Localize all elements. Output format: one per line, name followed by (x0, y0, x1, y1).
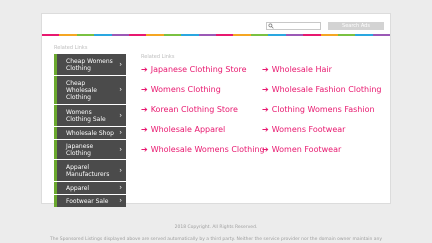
arrow-right-icon: ➔ (262, 65, 269, 74)
related-link[interactable]: ➔ Japanese Clothing Store (141, 65, 247, 74)
stripe-segment (250, 34, 269, 36)
chevron-right-icon: › (119, 183, 122, 192)
footer-disclaimer: The Sponsored Listings displayed above a… (49, 237, 383, 242)
stripe-segment (146, 34, 164, 36)
stripe-segment (372, 34, 391, 36)
related-link[interactable]: ➔ Wholesale Hair (262, 65, 332, 74)
stripe-segment (111, 34, 130, 36)
search-bar: Search Ads (266, 22, 384, 31)
sidebar-item-label: Cheap Wholesale Clothing (66, 79, 97, 101)
chevron-right-icon: › (119, 128, 122, 137)
stripe-segment (129, 34, 147, 36)
arrow-right-icon: ➔ (141, 65, 148, 74)
related-link[interactable]: ➔ Wholesale Apparel (141, 125, 225, 134)
arrow-right-icon: ➔ (262, 105, 269, 114)
related-link[interactable]: ➔ Womens Footwear (262, 125, 345, 134)
related-link[interactable]: ➔ Wholesale Womens Clothing (141, 145, 265, 154)
sidebar-item-label: Cheap Womens Clothing (66, 57, 113, 72)
stripe-segment (163, 34, 182, 36)
stripe-segment (42, 34, 60, 36)
sidebar-item-label: Footwear Sale (66, 197, 109, 205)
related-link[interactable]: ➔ Korean Clothing Store (141, 105, 238, 114)
arrow-right-icon: ➔ (141, 145, 148, 154)
stripe-segment (268, 34, 286, 36)
sidebar-item-label: Womens Clothing Sale (66, 108, 106, 123)
chevron-right-icon: › (119, 145, 122, 153)
sidebar-item-japanese-clothing[interactable]: Japanese Clothing › (54, 140, 126, 159)
stripe-segment (216, 34, 234, 36)
sidebar-item-apparel[interactable]: Apparel › (54, 182, 126, 194)
chevron-right-icon: › (119, 60, 122, 68)
stripe-segment (94, 34, 112, 36)
chevron-right-icon: › (119, 166, 122, 174)
stripe-segment (181, 34, 199, 36)
chevron-right-icon: › (119, 111, 122, 119)
sidebar-item-cheap-womens-clothing[interactable]: Cheap Womens Clothing › (54, 54, 126, 75)
related-links-title: Related Links (141, 54, 175, 60)
arrow-right-icon: ➔ (141, 85, 148, 94)
stripe-segment (285, 34, 304, 36)
arrow-right-icon: ➔ (262, 125, 269, 134)
stripe-segment (76, 34, 95, 36)
sidebar: Cheap Womens Clothing › Cheap Wholesale … (54, 54, 126, 208)
arrow-right-icon: ➔ (141, 125, 148, 134)
search-input[interactable] (266, 22, 321, 30)
sidebar-item-footwear-sale[interactable]: Footwear Sale › (54, 195, 126, 207)
sidebar-title: Related Links (54, 45, 88, 51)
stripe-segment (337, 34, 356, 36)
sidebar-item-label: Apparel (66, 184, 90, 192)
search-button[interactable]: Search Ads (328, 22, 384, 30)
related-link[interactable]: ➔ Women Footwear (262, 145, 341, 154)
stripe-segment (320, 34, 338, 36)
arrow-right-icon: ➔ (262, 85, 269, 94)
sidebar-item-womens-clothing-sale[interactable]: Womens Clothing Sale › (54, 105, 126, 126)
chevron-right-icon: › (119, 196, 122, 205)
related-link[interactable]: ➔ Womens Clothing (141, 85, 221, 94)
footer-copyright: 2018 Copyright. All Rights Reserved. (174, 225, 258, 230)
stripe-segment (303, 34, 321, 36)
sidebar-item-label: Japanese Clothing (66, 142, 94, 157)
stripe-segment (355, 34, 373, 36)
color-stripe (42, 34, 391, 36)
sidebar-item-label: Apparel Manufacturers (66, 163, 110, 178)
sidebar-item-label: Wholesale Shop (66, 129, 114, 137)
chevron-right-icon: › (119, 85, 122, 94)
stripe-segment (59, 34, 77, 36)
main-card: Search Ads Related Links Cheap Womens Cl… (41, 13, 391, 207)
sidebar-item-apparel-manufacturers[interactable]: Apparel Manufacturers › (54, 160, 126, 181)
search-icon (268, 23, 274, 29)
stripe-segment (198, 34, 217, 36)
related-link[interactable]: ➔ Wholesale Fashion Clothing (262, 85, 382, 94)
arrow-right-icon: ➔ (262, 145, 269, 154)
sidebar-item-wholesale-shop[interactable]: Wholesale Shop › (54, 127, 126, 139)
sidebar-item-cheap-wholesale-clothing[interactable]: Cheap Wholesale Clothing › (54, 76, 126, 104)
related-link[interactable]: ➔ Clothing Womens Fashion (262, 105, 375, 114)
arrow-right-icon: ➔ (141, 105, 148, 114)
stripe-segment (233, 34, 251, 36)
